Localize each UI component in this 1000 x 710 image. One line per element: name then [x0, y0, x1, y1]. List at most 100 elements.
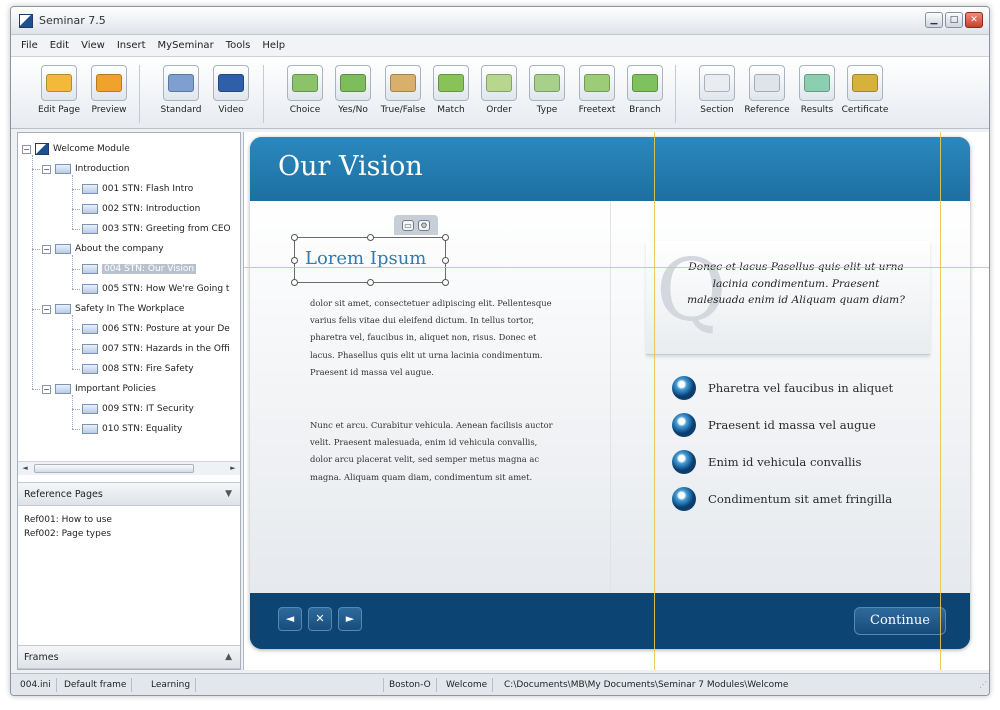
tree-connector — [32, 389, 40, 390]
tree-horizontal-scrollbar[interactable]: ◄ ► — [18, 461, 240, 475]
preview-button[interactable]: Preview — [81, 63, 137, 125]
section-icon — [699, 65, 735, 101]
tree-item-label: Important Policies — [75, 384, 156, 394]
certificate-button[interactable]: Certificate — [837, 63, 893, 125]
bullet-item[interactable]: Praesent id massa vel augue — [672, 412, 876, 438]
resize-handle[interactable] — [442, 257, 449, 264]
menu-file[interactable]: File — [15, 40, 44, 51]
tree-connector — [72, 269, 80, 270]
section-folder-icon — [55, 384, 71, 394]
tree-page-item[interactable]: 003 STN: Greeting from CEO — [82, 221, 231, 237]
minimize-button[interactable]: ▁ — [925, 12, 943, 28]
resize-handle[interactable] — [291, 279, 298, 286]
tree-page-item[interactable]: 006 STN: Posture at your De — [82, 321, 230, 337]
reference-page-item[interactable]: Ref002: Page types — [24, 527, 112, 541]
scroll-right-icon[interactable]: ► — [227, 463, 239, 474]
resize-handle[interactable] — [291, 257, 298, 264]
left-panel: − Welcome Module − Introduction 001 STN: Fla… — [17, 132, 241, 670]
comment-icon[interactable]: ▭ — [402, 219, 414, 231]
page-icon — [82, 364, 98, 374]
scroll-thumb[interactable] — [34, 464, 194, 473]
menu-myseminar[interactable]: MySeminar — [152, 40, 220, 51]
collapse-chevron-icon[interactable]: ▼ — [225, 489, 232, 499]
resize-handle[interactable] — [291, 234, 298, 241]
tree-item-label: About the company — [75, 244, 164, 254]
menu-insert[interactable]: Insert — [111, 40, 152, 51]
layout-guide[interactable] — [244, 267, 989, 268]
collapse-toggle-icon[interactable]: − — [42, 244, 51, 254]
tree-connector — [72, 209, 80, 210]
continue-button[interactable]: Continue — [854, 607, 946, 635]
slide-header: Our Vision — [250, 137, 970, 201]
bullet-item[interactable]: Pharetra vel faucibus in aliquet — [672, 375, 893, 401]
reference-page-item[interactable]: Ref001: How to use — [24, 513, 112, 527]
type-button[interactable]: Type — [519, 63, 575, 125]
tree-connector — [32, 155, 33, 389]
collapse-toggle-icon[interactable]: − — [22, 144, 31, 154]
section-button[interactable]: Section — [689, 63, 745, 125]
slide-title[interactable]: Our Vision — [278, 151, 423, 182]
tree-page-item[interactable]: 005 STN: How We're Going t — [82, 281, 229, 297]
menu-view[interactable]: View — [75, 40, 111, 51]
resize-handle[interactable] — [367, 279, 374, 286]
tree-connector — [32, 249, 40, 250]
collapse-toggle-icon[interactable]: − — [42, 304, 51, 314]
maximize-button[interactable]: □ — [945, 12, 963, 28]
next-page-button[interactable]: ► — [338, 607, 362, 631]
tree-page-item[interactable]: 009 STN: IT Security — [82, 401, 194, 417]
tree-page-item[interactable]: 004 STN: Our Vision — [82, 261, 197, 277]
expand-chevron-icon[interactable]: ▲ — [225, 652, 232, 662]
video-button[interactable]: Video — [203, 63, 259, 125]
tree-page-item[interactable]: 001 STN: Flash Intro — [82, 181, 193, 197]
tree-page-item[interactable]: 010 STN: Equality — [82, 421, 182, 437]
scroll-left-icon[interactable]: ◄ — [19, 463, 31, 474]
section-icon-glyph — [704, 74, 730, 92]
true-false-icon-glyph — [390, 74, 416, 92]
tree-page-item[interactable]: 008 STN: Fire Safety — [82, 361, 194, 377]
tree-item-label: 009 STN: IT Security — [102, 404, 194, 414]
collapse-toggle-icon[interactable]: − — [42, 384, 51, 394]
tree-page-item[interactable]: 002 STN: Introduction — [82, 201, 200, 217]
previous-page-button[interactable]: ◄ — [278, 607, 302, 631]
yes-no-button[interactable]: Yes/No — [325, 63, 381, 125]
tree-section[interactable]: − Safety In The Workplace — [42, 301, 184, 317]
menu-tools[interactable]: Tools — [220, 40, 257, 51]
menu-help[interactable]: Help — [256, 40, 291, 51]
resize-grip-icon[interactable]: ⋰ — [979, 680, 987, 689]
body-paragraph-1[interactable]: dolor sit amet, consectetuer adipiscing … — [310, 295, 560, 381]
reference-button[interactable]: Reference — [739, 63, 795, 125]
branch-button[interactable]: Branch — [617, 63, 673, 125]
tree-section[interactable]: − About the company — [42, 241, 164, 257]
selected-text-object[interactable]: Lorem Ipsum — [291, 234, 449, 286]
window-title: Seminar 7.5 — [39, 14, 106, 27]
bullet-text: Condimentum sit amet fringilla — [708, 492, 893, 506]
tree-connector — [72, 429, 80, 430]
bullet-item[interactable]: Condimentum sit amet fringilla — [672, 486, 892, 512]
reference-pages-header[interactable]: Reference Pages ▼ — [18, 482, 240, 506]
edit-page-button[interactable]: Edit Page — [31, 63, 87, 125]
tree-item-label: 003 STN: Greeting from CEO — [102, 224, 231, 234]
bullet-item[interactable]: Enim id vehicula convallis — [672, 449, 861, 475]
resize-handle[interactable] — [442, 234, 449, 241]
resize-handle[interactable] — [442, 279, 449, 286]
tree-root-welcome-module[interactable]: − Welcome Module — [22, 141, 130, 157]
close-button[interactable]: ✕ — [965, 12, 983, 28]
layout-guide[interactable] — [940, 132, 941, 670]
slide-preview: Our Vision ▭ ⚙ Lorem Ipsum dolor sit ame… — [250, 137, 970, 649]
quote-box[interactable]: Q Donec et lacus Pasellus quis elit ut u… — [646, 241, 930, 355]
status-module: Welcome — [441, 678, 494, 692]
title-bar[interactable]: Seminar 7.5 ▁ □ ✕ — [11, 7, 989, 35]
frames-header[interactable]: Frames ▲ — [18, 645, 240, 669]
body-paragraph-2[interactable]: Nunc et arcu. Curabitur vehicula. Aenean… — [310, 417, 560, 486]
tree-section[interactable]: − Important Policies — [42, 381, 156, 397]
tree-page-item[interactable]: 007 STN: Hazards in the Offi — [82, 341, 230, 357]
collapse-toggle-icon[interactable]: − — [42, 164, 51, 174]
layout-guide[interactable] — [654, 132, 655, 670]
resize-handle[interactable] — [367, 234, 374, 241]
menu-edit[interactable]: Edit — [44, 40, 75, 51]
settings-icon[interactable]: ⚙ — [418, 219, 430, 231]
standard-page-button[interactable]: Standard — [153, 63, 209, 125]
tree-section[interactable]: − Introduction — [42, 161, 130, 177]
exit-button[interactable]: ✕ — [308, 607, 332, 631]
page-icon — [82, 184, 98, 194]
